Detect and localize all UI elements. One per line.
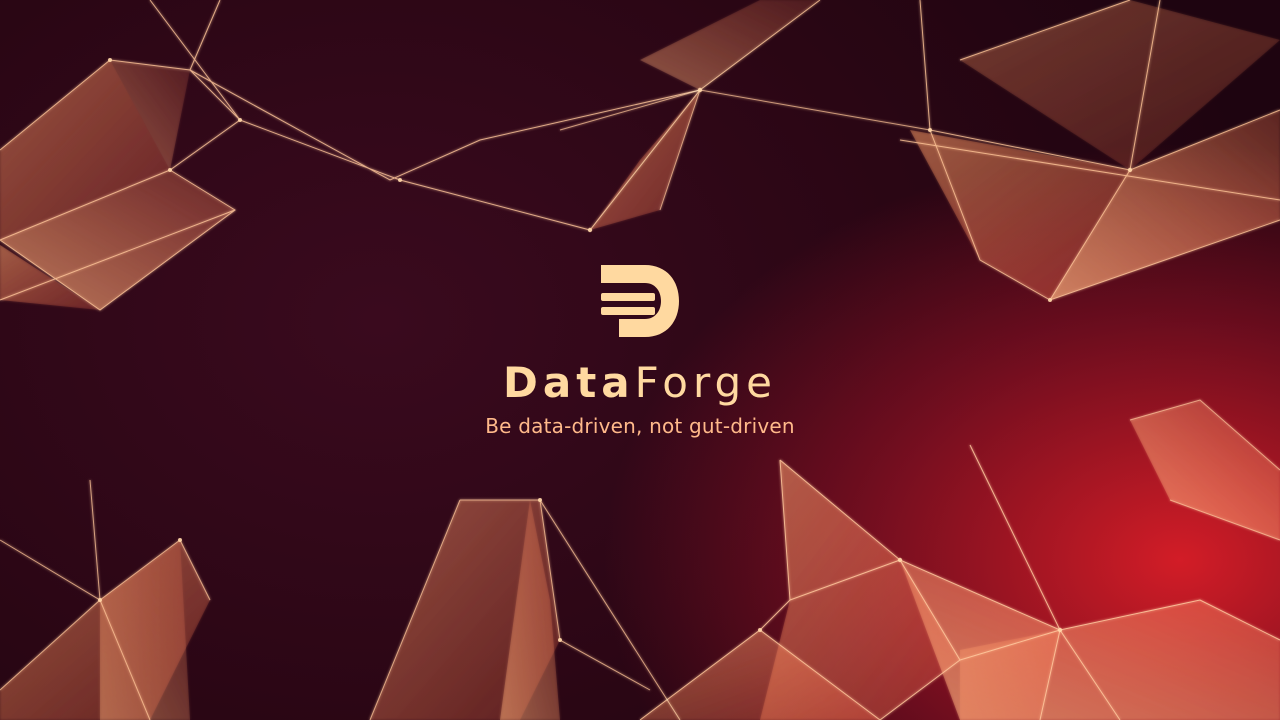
brand-name: DataForge [0,358,1280,408]
data-forge-d-logo-icon [601,265,679,337]
mesh-cluster-bottom-left [0,479,211,720]
mesh-cluster-top-center [559,0,931,230]
brand-lockup: DataForge Be data-driven, not gut-driven [0,255,1280,438]
title-card: DataForge Be data-driven, not gut-driven [0,0,1280,720]
brand-name-bold: Data [502,358,635,407]
brand-name-light: Forge [634,358,777,407]
mesh-cluster-bottom-center [369,499,681,720]
tagline: Be data-driven, not gut-driven [485,414,795,438]
